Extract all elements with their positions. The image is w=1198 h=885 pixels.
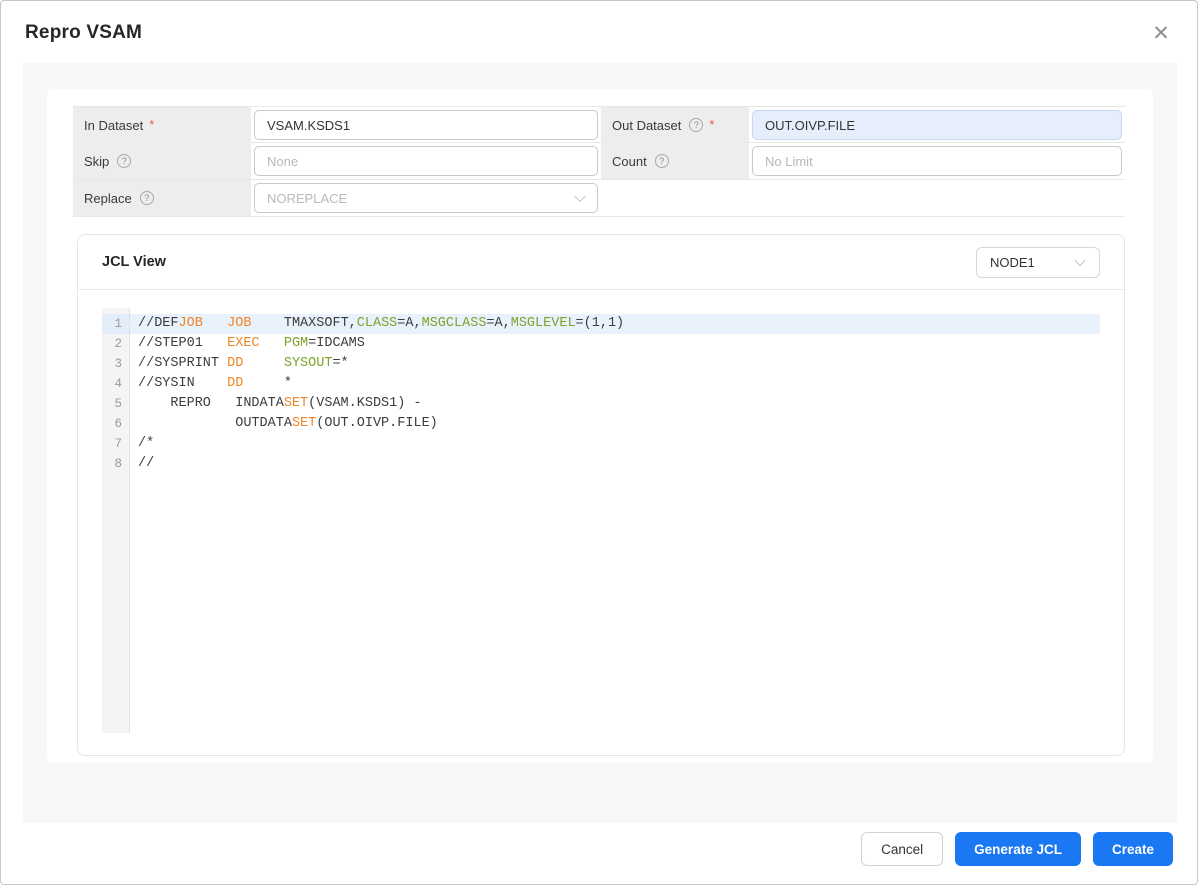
empty-cell [601,180,749,216]
skip-label: Skip [84,154,109,169]
help-question-icon[interactable]: ? [689,118,703,132]
chevron-down-icon [574,191,585,202]
generate-jcl-button[interactable]: Generate JCL [955,832,1081,866]
out-dataset-input[interactable] [752,110,1122,140]
line-number: 7 [102,434,129,454]
line-number: 6 [102,414,129,434]
skip-label-cell: Skip? [73,143,251,179]
count-label: Count [612,154,647,169]
node-select-value: NODE1 [990,255,1035,270]
code-line: OUTDATASET(OUT.OIVP.FILE) [130,414,1100,434]
code-line: //DEFJOB JOB TMAXSOFT,CLASS=A,MSGCLASS=A… [130,314,1100,334]
jcl-view-title: JCL View [102,254,166,270]
jcl-view-panel: JCL View NODE1 12345678 //DEFJOB JOB TMA… [77,234,1125,756]
required-mark: * [149,117,154,132]
skip-input[interactable] [254,146,598,176]
help-question-icon[interactable]: ? [140,191,154,205]
empty-cell [749,180,1125,216]
count-field-cell [749,143,1125,179]
out-dataset-label-cell: Out Dataset? * [601,107,749,143]
in-dataset-label: In Dataset [84,118,143,133]
repro-form: In Dataset * Out Dataset? * Skip? [73,106,1125,217]
replace-select[interactable]: NOREPLACE [254,183,598,213]
code-lines: //DEFJOB JOB TMAXSOFT,CLASS=A,MSGCLASS=A… [130,308,1100,733]
content-card: In Dataset * Out Dataset? * Skip? [47,89,1153,763]
line-number: 5 [102,394,129,414]
page-title: Repro VSAM [25,22,142,44]
node-select[interactable]: NODE1 [976,247,1100,278]
skip-field-cell [251,143,601,179]
dialog-footer: Cancel Generate JCL Create [861,832,1173,866]
dialog-body: In Dataset * Out Dataset? * Skip? [23,63,1177,823]
out-dataset-label: Out Dataset [612,118,681,133]
line-number: 4 [102,374,129,394]
replace-field-cell: NOREPLACE [251,180,601,216]
required-mark: * [709,117,714,132]
cancel-button[interactable]: Cancel [861,832,943,866]
form-row: In Dataset * Out Dataset? * [73,106,1125,143]
out-dataset-field-cell [749,107,1125,143]
close-icon[interactable]: ✕ [1147,19,1175,47]
replace-select-value: NOREPLACE [267,191,347,206]
form-row: Skip? Count? [73,143,1125,180]
code-line: //SYSPRINT DD SYSOUT=* [130,354,1100,374]
code-line: // [130,454,1100,474]
help-question-icon[interactable]: ? [655,154,669,168]
in-dataset-label-cell: In Dataset * [73,107,251,143]
count-label-cell: Count? [601,143,749,179]
code-line: //STEP01 EXEC PGM=IDCAMS [130,334,1100,354]
create-button[interactable]: Create [1093,832,1173,866]
count-input[interactable] [752,146,1122,176]
form-row: Replace? NOREPLACE [73,180,1125,217]
jcl-view-header: JCL View NODE1 [78,235,1124,290]
replace-label: Replace [84,191,132,206]
line-number: 1 [102,314,129,334]
line-number: 8 [102,454,129,474]
gutter: 12345678 [102,308,130,733]
help-question-icon[interactable]: ? [117,154,131,168]
repro-vsam-dialog: Repro VSAM ✕ In Dataset * Out Dataset? * [0,0,1198,885]
jcl-code-editor[interactable]: 12345678 //DEFJOB JOB TMAXSOFT,CLASS=A,M… [102,308,1100,733]
code-line: /* [130,434,1100,454]
line-number: 2 [102,334,129,354]
code-line: //SYSIN DD * [130,374,1100,394]
in-dataset-field-cell [251,107,601,143]
replace-label-cell: Replace? [73,180,251,216]
line-number: 3 [102,354,129,374]
chevron-down-icon [1074,255,1085,266]
in-dataset-input[interactable] [254,110,598,140]
code-line: REPRO INDATASET(VSAM.KSDS1) - [130,394,1100,414]
